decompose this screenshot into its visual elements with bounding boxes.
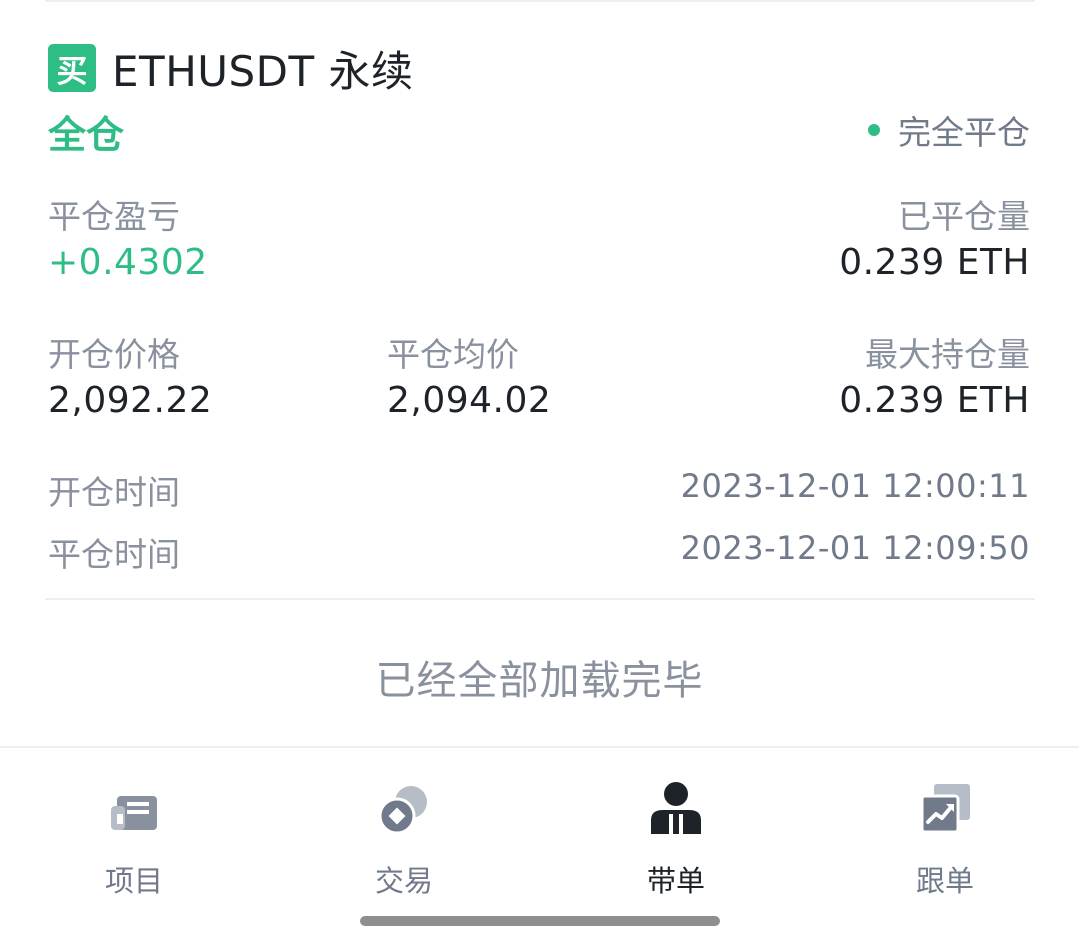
project-icon	[111, 796, 157, 830]
trade-icon	[378, 786, 427, 835]
max-position-value: 0.239 ETH	[839, 380, 1030, 421]
realized-pnl-value: +0.4302	[48, 242, 208, 283]
symbol-title: ETHUSDT 永续	[112, 46, 414, 96]
card-divider	[45, 598, 1035, 600]
tab-copy-trade-label: 跟单	[915, 864, 974, 898]
title-row: 买 ETHUSDT 永续	[48, 40, 414, 96]
tab-project[interactable]: 项目	[54, 778, 214, 900]
copy-trade-icon	[920, 784, 970, 834]
tab-lead-trader[interactable]: 带单	[596, 778, 756, 900]
avg-close-price-value: 2,094.02	[387, 380, 552, 421]
realized-pnl-label: 平仓盈亏	[48, 197, 180, 236]
open-time-value: 2023-12-01 12:00:11	[680, 467, 1030, 505]
avg-close-price-label: 平仓均价	[387, 335, 519, 374]
entry-price-label: 开仓价格	[48, 335, 180, 374]
status-dot-icon	[868, 124, 880, 136]
tab-project-label: 项目	[104, 864, 163, 898]
tab-lead-trader-label: 带单	[646, 864, 705, 898]
margin-mode: 全仓	[48, 113, 125, 157]
status-text: 完全平仓	[898, 113, 1030, 152]
buy-side-badge: 买	[48, 44, 96, 92]
tab-trade[interactable]: 交易	[324, 778, 484, 900]
lead-trader-icon	[651, 782, 701, 834]
entry-price-value: 2,092.22	[48, 380, 213, 421]
page: 买 ETHUSDT 永续 全仓 完全平仓 平仓盈亏 +0.4302 已平仓量 0…	[0, 0, 1079, 946]
position-history-card[interactable]: 买 ETHUSDT 永续 全仓 完全平仓 平仓盈亏 +0.4302 已平仓量 0…	[48, 0, 1030, 600]
close-time-label: 平仓时间	[48, 535, 180, 574]
closed-qty-label: 已平仓量	[898, 197, 1030, 236]
tab-copy-trade[interactable]: 跟单	[865, 778, 1025, 900]
home-indicator[interactable]	[360, 916, 720, 926]
position-status: 完全平仓	[868, 106, 1030, 154]
tab-trade-label: 交易	[374, 864, 433, 898]
close-time-value: 2023-12-01 12:09:50	[680, 529, 1030, 567]
closed-qty-value: 0.239 ETH	[839, 242, 1030, 283]
open-time-label: 开仓时间	[48, 473, 180, 512]
list-end-message: 已经全部加载完毕	[375, 658, 704, 704]
max-position-label: 最大持仓量	[865, 335, 1030, 374]
